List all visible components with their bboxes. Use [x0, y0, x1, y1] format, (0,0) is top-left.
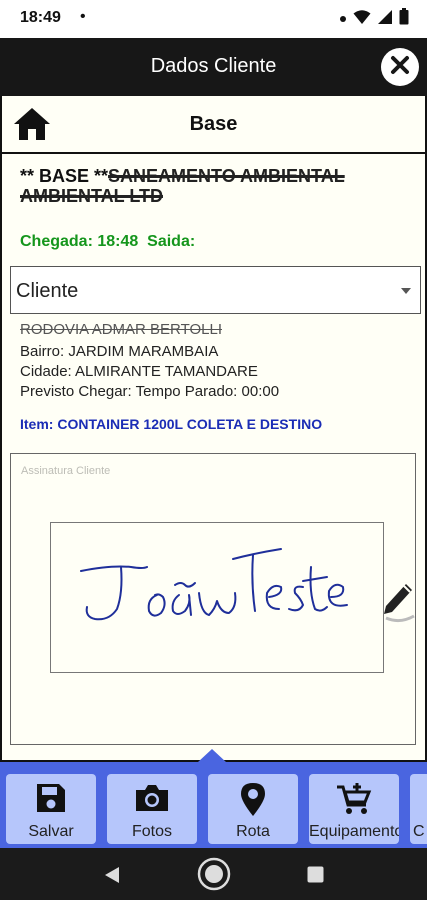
photos-label: Fotos [131, 823, 172, 840]
route-label: Rota [236, 823, 270, 840]
status-dot-icon [339, 10, 347, 28]
save-icon [6, 781, 96, 815]
equipment-button[interactable]: Equipamentos [309, 774, 399, 844]
system-navigation-bar [0, 848, 427, 900]
client-name-redacted-1: SANEAMENTO AMBIENTAL [108, 166, 345, 186]
close-icon [389, 54, 411, 81]
page-title: Dados Cliente [150, 55, 277, 77]
equipment-label: Equipamentos [309, 823, 399, 840]
base-title: Base [189, 113, 238, 135]
arrival-label: Chegada: 18:48 [20, 233, 139, 250]
cart-plus-icon [309, 781, 399, 817]
map-pin-icon [208, 781, 298, 817]
status-time: 18:49 [20, 9, 61, 26]
close-button[interactable] [381, 48, 419, 86]
signal-icon [377, 9, 393, 30]
service-item: Item: CONTAINER 1200L COLETA E DESTINO [20, 416, 323, 432]
client-name-redacted-2: AMBIENTAL LTD [20, 186, 163, 206]
home-circle-icon[interactable] [197, 857, 231, 896]
signature-box: Assinatura Cliente [10, 453, 416, 745]
wifi-icon [353, 9, 371, 30]
address-bairro: Bairro: JARDIM MARAMBAIA [20, 343, 219, 360]
app-header: Dados Cliente [0, 38, 427, 96]
status-icons [339, 8, 409, 30]
nav-notch [198, 749, 226, 762]
signature-drawing [80, 548, 348, 621]
more-label: C [413, 823, 425, 840]
photos-button[interactable]: Fotos [107, 774, 197, 844]
address-cidade: Cidade: ALMIRANTE TAMANDARE [20, 363, 258, 380]
battery-icon [399, 8, 409, 30]
address-previsto: Previsto Chegar: Tempo Parado: 00:00 [20, 383, 280, 400]
save-label: Salvar [28, 823, 74, 840]
arrival-departure-line: Chegada: 18:48 Saida: [20, 233, 195, 251]
client-name-prefix: ** BASE ** [20, 166, 109, 186]
status-bar: 18:49 • [0, 0, 427, 38]
address-street: RODOVIA ADMAR BERTOLLI [20, 324, 223, 336]
bottom-action-bar: Salvar Fotos Rota Equipamento C [0, 762, 427, 848]
route-button[interactable]: Rota [208, 774, 298, 844]
signature-label: Assinatura Cliente [21, 465, 111, 477]
recents-icon[interactable] [307, 866, 324, 888]
more-button[interactable]: C [410, 774, 427, 844]
contact-type-select[interactable]: Cliente [10, 266, 421, 314]
pencil-icon[interactable] [380, 576, 416, 629]
chevron-down-icon [401, 288, 411, 294]
contact-type-value: Cliente [16, 280, 79, 302]
base-bar: Base [2, 96, 425, 154]
notification-dot-icon: • [80, 8, 86, 25]
address-block: RODOVIA ADMAR BERTOLLI Bairro: JARDIM MA… [20, 322, 279, 402]
camera-icon [107, 781, 197, 815]
save-button[interactable]: Salvar [6, 774, 96, 844]
departure-label: Saida: [147, 233, 196, 250]
signature-pad[interactable] [50, 522, 384, 673]
client-details-panel: Base ** BASE **SANEAMENTO AMBIENTAL AMBI… [0, 96, 427, 762]
client-name: ** BASE **SANEAMENTO AMBIENTAL AMBIENTAL… [20, 166, 410, 216]
back-icon[interactable] [104, 866, 120, 889]
